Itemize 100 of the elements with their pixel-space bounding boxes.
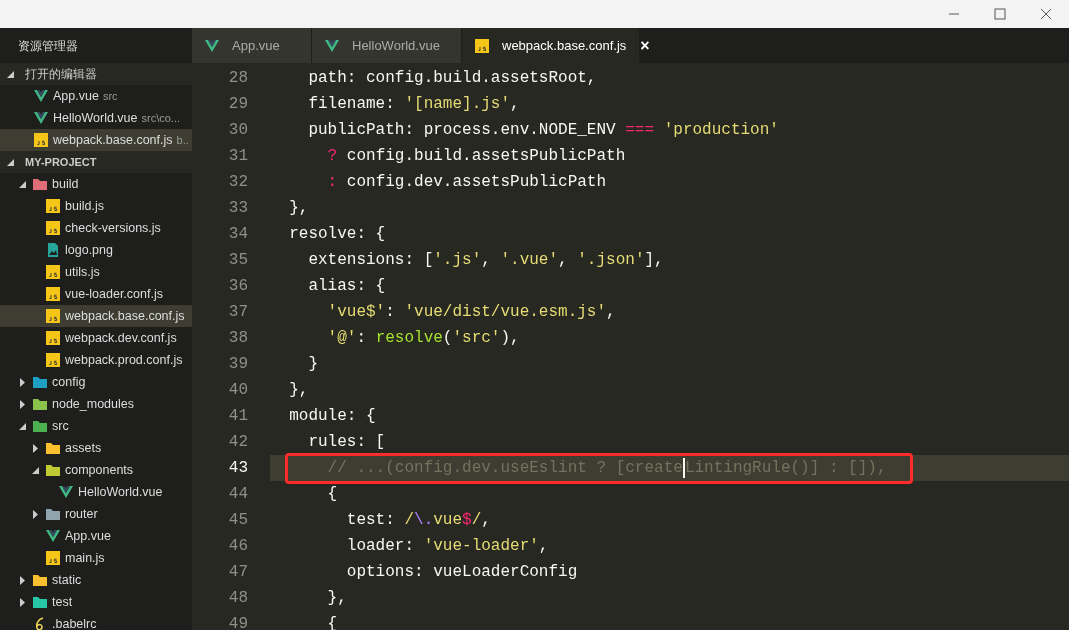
close-tab-icon[interactable]: × [640, 33, 650, 58]
file-item[interactable]: webpack.dev.conf.js [0, 327, 192, 349]
line-number: 48 [227, 588, 248, 609]
file-item[interactable]: HelloWorld.vue [0, 481, 192, 503]
folder-item[interactable]: src [0, 415, 192, 437]
line-number: 49 [227, 614, 248, 630]
code-line: test: /\.vue$/, [345, 510, 491, 531]
code-line: module: { [288, 406, 376, 427]
js-file-icon [45, 308, 61, 324]
line-number: 39 [227, 354, 248, 375]
line-number: 40 [227, 380, 248, 401]
maximize-icon [994, 8, 1006, 20]
folder-item[interactable]: node_modules [0, 393, 192, 415]
js-file-icon [474, 37, 490, 54]
code-line: publicPath: process.env.NODE_ENV === 'production' [307, 120, 779, 141]
code-line: '@': resolve('src'), [326, 328, 520, 349]
line-number: 38 [227, 328, 248, 349]
folder-item[interactable]: assets [0, 437, 192, 459]
editor-tab[interactable]: App.vue [192, 28, 312, 63]
line-number: 42 [227, 432, 248, 453]
editor-tab[interactable]: HelloWorld.vue [312, 28, 462, 63]
open-editor-item[interactable]: HelloWorld.vue src\co... [0, 107, 192, 129]
js-file-icon [45, 286, 61, 302]
open-editor-item[interactable]: App.vue src [0, 85, 192, 107]
line-number: 37 [227, 302, 248, 323]
code-line: : config.dev.assetsPublicPath [326, 172, 607, 193]
code-line: options: vueLoaderConfig [345, 562, 578, 583]
js-file-icon [45, 198, 61, 214]
code-line: filename: '[name].js', [307, 94, 520, 115]
path-hint: src\co... [141, 110, 181, 126]
file-name: HelloWorld.vue [53, 109, 138, 127]
folder-item[interactable]: static [0, 569, 192, 591]
code-line: resolve: { [288, 224, 386, 245]
vue-logo-icon [33, 110, 49, 126]
file-item[interactable]: main.js [0, 547, 192, 569]
file-item[interactable]: logo.png [0, 239, 192, 261]
folder-item[interactable]: test [0, 591, 192, 613]
sidebar-title: 资源管理器 [17, 37, 79, 55]
line-number: 41 [227, 406, 248, 427]
file-name: App.vue [53, 87, 99, 105]
path-hint: b.. [176, 132, 189, 148]
line-number: 46 [227, 536, 248, 557]
code-line: alias: { [307, 276, 386, 297]
line-number: 29 [227, 94, 248, 115]
code-line: extensions: ['.js', '.vue', '.json'], [307, 250, 664, 271]
code-line: rules: [ [307, 432, 386, 453]
section-header[interactable]: MY-PROJECT [0, 151, 192, 173]
file-item[interactable]: vue-loader.conf.js [0, 283, 192, 305]
folder-item[interactable]: router [0, 503, 192, 525]
collapse-arrow-icon[interactable] [18, 421, 27, 431]
expand-arrow-icon[interactable] [18, 377, 27, 387]
expand-arrow-icon[interactable] [18, 399, 27, 409]
line-number: 30 [227, 120, 248, 141]
section-header[interactable]: 打开的编辑器 [0, 63, 192, 85]
expand-arrow-icon[interactable] [31, 509, 40, 519]
line-number: 43 [227, 458, 248, 479]
line-number: 31 [227, 146, 248, 167]
js-file-icon [45, 264, 61, 280]
collapse-arrow-icon[interactable] [18, 179, 27, 189]
code-line: } [307, 354, 318, 375]
collapse-arrow-icon[interactable] [6, 69, 15, 79]
file-item[interactable]: utils.js [0, 261, 192, 283]
file-item[interactable]: .babelrc [0, 613, 192, 630]
line-number: 36 [227, 276, 248, 297]
file-item[interactable]: check-versions.js [0, 217, 192, 239]
file-item[interactable]: build.js [0, 195, 192, 217]
file-item[interactable]: webpack.prod.conf.js [0, 349, 192, 371]
line-number: 45 [227, 510, 248, 531]
expand-arrow-icon[interactable] [18, 597, 27, 607]
js-file-icon [45, 550, 61, 566]
code-line: }, [288, 198, 309, 219]
expand-arrow-icon[interactable] [18, 575, 27, 585]
file-item[interactable]: App.vue [0, 525, 192, 547]
collapse-arrow-icon[interactable] [31, 465, 40, 475]
line-number: 32 [227, 172, 248, 193]
js-file-icon [45, 352, 61, 368]
image-file-icon [45, 242, 61, 258]
code-line: }, [288, 380, 309, 401]
code-line: loader: 'vue-loader', [345, 536, 549, 557]
close-icon [1040, 8, 1052, 20]
folder-item[interactable]: config [0, 371, 192, 393]
file-item[interactable]: webpack.base.conf.js [0, 305, 192, 327]
vue-logo-icon [58, 484, 74, 500]
vue-logo-icon [33, 88, 49, 104]
vue-logo-icon [204, 37, 220, 54]
js-file-icon [45, 330, 61, 346]
line-number: 35 [227, 250, 248, 271]
line-number: 47 [227, 562, 248, 583]
file-name: webpack.base.conf.js [53, 131, 173, 149]
vue-logo-icon [45, 528, 61, 544]
open-editor-item[interactable]: webpack.base.conf.js b.. [0, 129, 192, 151]
line-number: 34 [227, 224, 248, 245]
folder-item[interactable]: components [0, 459, 192, 481]
js-file-icon [33, 132, 49, 148]
line-number: 28 [227, 68, 248, 89]
vue-logo-icon [324, 37, 340, 54]
code-line: ? config.build.assetsPublicPath [326, 146, 626, 167]
collapse-arrow-icon[interactable] [6, 157, 15, 167]
folder-item[interactable]: build [0, 173, 192, 195]
expand-arrow-icon[interactable] [31, 443, 40, 453]
